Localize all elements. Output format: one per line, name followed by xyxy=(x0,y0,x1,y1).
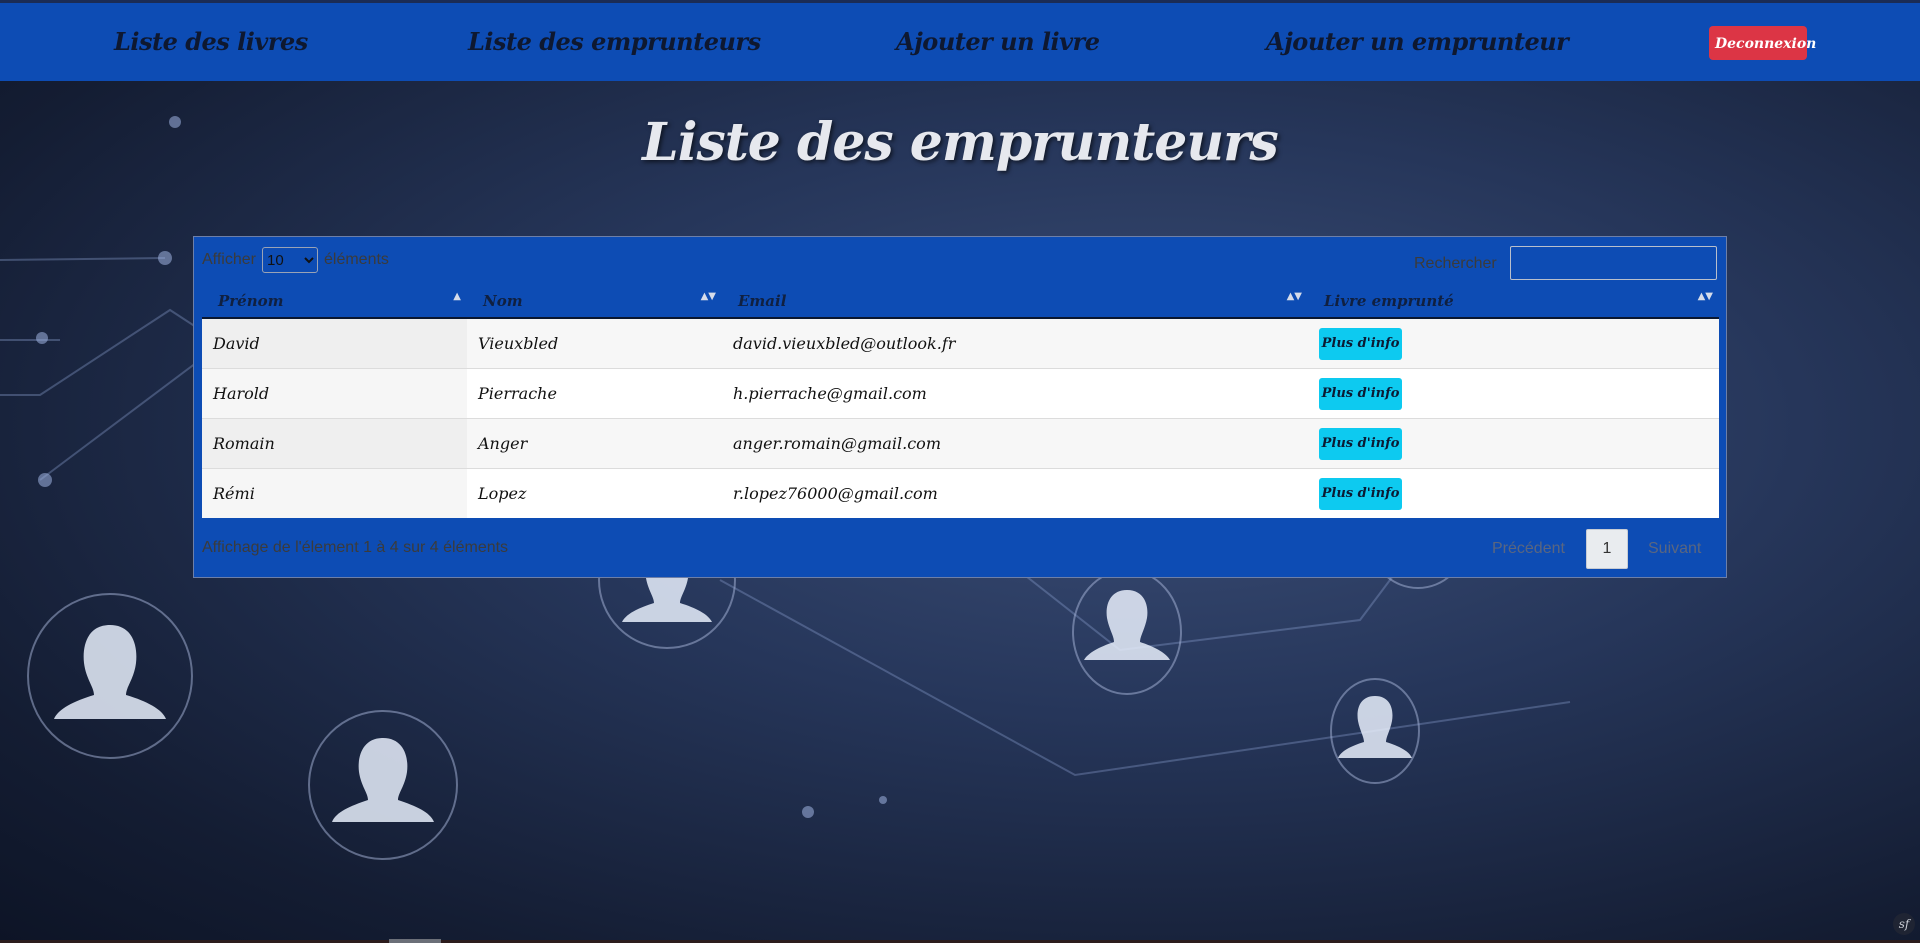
more-info-button[interactable]: Plus d'info xyxy=(1319,377,1402,410)
cell-prenom: Rémi xyxy=(202,468,467,518)
nav-link-add-book[interactable]: Ajouter un livre xyxy=(896,27,1100,56)
column-header-livre[interactable]: Livre emprunté ▲▼ xyxy=(1308,285,1719,319)
cell-prenom: Romain xyxy=(202,418,467,469)
column-header-label: Livre emprunté xyxy=(1324,292,1454,310)
borrowers-table: Prénom ▲ Nom ▲▼ Email ▲▼ Livre emprunté … xyxy=(202,285,1719,518)
page-title: Liste des emprunteurs xyxy=(642,112,1279,173)
logout-button[interactable]: Deconnexion xyxy=(1709,26,1816,60)
nav-link-books[interactable]: Liste des livres xyxy=(114,27,308,56)
cell-nom: Pierrache xyxy=(467,368,722,419)
column-header-email[interactable]: Email ▲▼ xyxy=(722,285,1308,319)
table-row: Rémi Lopez r.lopez76000@gmail.com Plus d… xyxy=(202,468,1719,518)
borrowers-table-panel: Afficher 10 éléments Rechercher Prénom ▲… xyxy=(193,236,1727,578)
cell-email: r.lopez76000@gmail.com xyxy=(722,468,1308,518)
horizontal-scrollbar-thumb[interactable] xyxy=(389,939,441,943)
nav-link-borrowers[interactable]: Liste des emprunteurs xyxy=(468,27,761,56)
pagination-page-1[interactable]: 1 xyxy=(1586,529,1628,569)
cell-nom: Vieuxbled xyxy=(467,317,722,369)
cell-nom: Anger xyxy=(467,418,722,469)
page-length-label: Afficher xyxy=(202,251,256,268)
top-navbar: Liste des livres Liste des emprunteurs A… xyxy=(0,0,1920,81)
column-header-label: Email xyxy=(738,292,787,310)
pagination-next[interactable]: Suivant xyxy=(1648,540,1701,558)
page-length-select[interactable]: 10 xyxy=(262,247,318,273)
more-info-button[interactable]: Plus d'info xyxy=(1319,427,1402,460)
cell-action: Plus d'info xyxy=(1308,317,1719,369)
search-input[interactable] xyxy=(1510,246,1717,280)
nav-link-add-borrower[interactable]: Ajouter un emprunteur xyxy=(1266,27,1569,56)
column-header-nom[interactable]: Nom ▲▼ xyxy=(467,285,722,319)
cell-action: Plus d'info xyxy=(1308,368,1719,419)
pagination-previous[interactable]: Précédent xyxy=(1492,540,1565,558)
table-info-text: Affichage de l'élement 1 à 4 sur 4 éléme… xyxy=(202,539,509,556)
sort-asc-icon: ▲ xyxy=(453,291,461,302)
cell-email: david.vieuxbled@outlook.fr xyxy=(722,317,1308,369)
more-info-button[interactable]: Plus d'info xyxy=(1319,477,1402,510)
cell-email: h.pierrache@gmail.com xyxy=(722,368,1308,419)
table-row: Romain Anger anger.romain@gmail.com Plus… xyxy=(202,418,1719,469)
table-row: David Vieuxbled david.vieuxbled@outlook.… xyxy=(202,317,1719,369)
page-length-suffix: éléments xyxy=(324,251,389,268)
table-row: Harold Pierrache h.pierrache@gmail.com P… xyxy=(202,368,1719,419)
more-info-button[interactable]: Plus d'info xyxy=(1319,327,1402,360)
cell-email: anger.romain@gmail.com xyxy=(722,418,1308,469)
column-header-label: Nom xyxy=(483,292,523,310)
cell-action: Plus d'info xyxy=(1308,468,1719,518)
column-header-prenom[interactable]: Prénom ▲ xyxy=(202,285,467,319)
cell-prenom: David xyxy=(202,317,467,369)
sort-arrows-icon: ▲▼ xyxy=(1286,291,1302,302)
column-header-label: Prénom xyxy=(218,292,284,310)
table-header-row: Prénom ▲ Nom ▲▼ Email ▲▼ Livre emprunté … xyxy=(202,285,1719,319)
symfony-icon[interactable]: sf xyxy=(1893,913,1915,935)
cell-nom: Lopez xyxy=(467,468,722,518)
cell-prenom: Harold xyxy=(202,368,467,419)
cell-action: Plus d'info xyxy=(1308,418,1719,469)
sort-arrows-icon: ▲▼ xyxy=(700,291,716,302)
search-label: Rechercher xyxy=(1414,255,1497,272)
sort-arrows-icon: ▲▼ xyxy=(1697,291,1713,302)
